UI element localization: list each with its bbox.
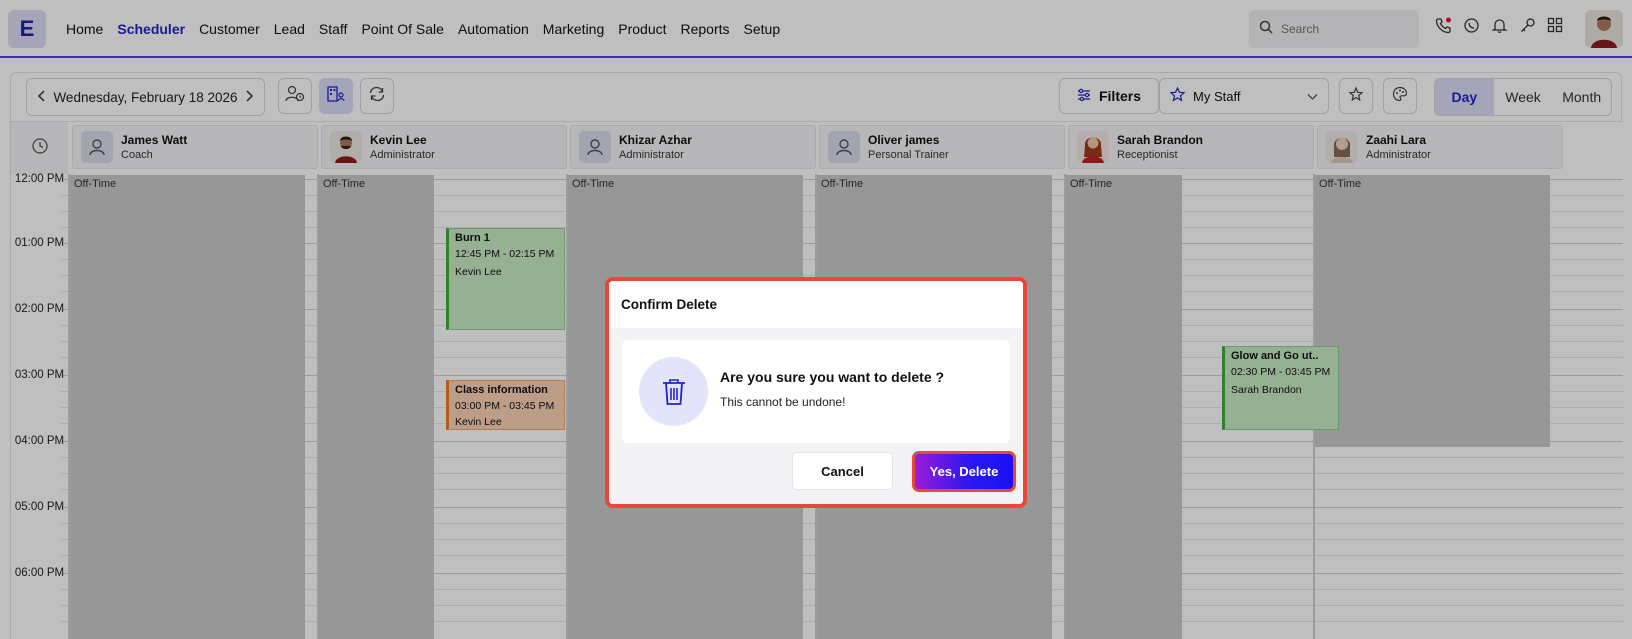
dialog-body: Are you sure you want to delete ? This c… <box>609 328 1023 504</box>
dialog-subtext: This cannot be undone! <box>720 395 846 409</box>
dialog-title: Confirm Delete <box>609 281 1023 328</box>
confirm-delete-dialog: Confirm Delete Are you sure you want to … <box>605 277 1027 508</box>
trash-icon <box>639 357 708 426</box>
cancel-button[interactable]: Cancel <box>792 452 893 490</box>
dialog-question: Are you sure you want to delete ? <box>720 369 945 385</box>
confirm-delete-button[interactable]: Yes, Delete <box>912 451 1016 492</box>
dialog-message-card: Are you sure you want to delete ? This c… <box>622 340 1010 443</box>
